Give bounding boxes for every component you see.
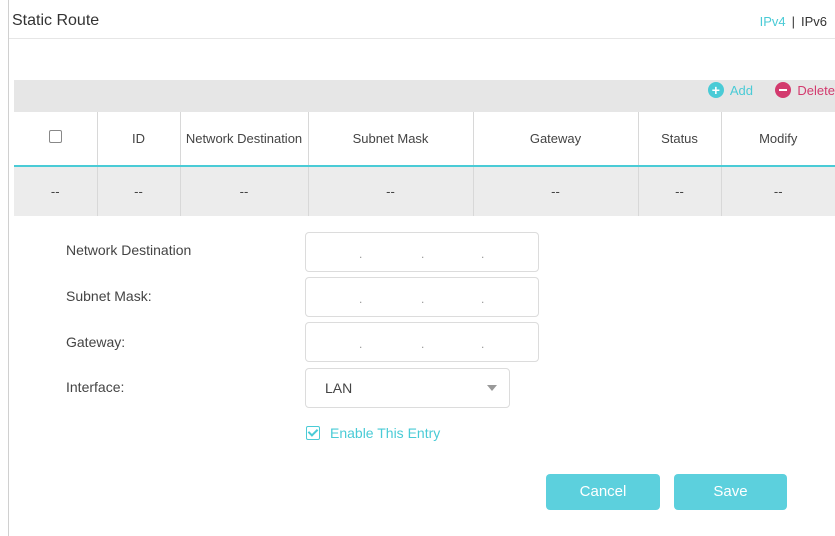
enable-entry-checkbox[interactable]: Enable This Entry (306, 425, 440, 441)
plus-icon: + (707, 82, 724, 98)
cancel-button[interactable]: Cancel (546, 474, 660, 510)
static-route-table: ID Network Destination Subnet Mask Gatew… (14, 112, 835, 216)
add-button[interactable]: + Add (707, 82, 753, 98)
gateway-label: Gateway: (66, 334, 126, 350)
delete-label: Delete (797, 82, 835, 98)
ip-dot: . (481, 247, 485, 261)
ip-dot: . (481, 337, 485, 351)
checkbox-checked-icon (306, 426, 320, 440)
delete-button[interactable]: Delete (775, 82, 835, 98)
column-header-modify: Modify (759, 130, 798, 146)
ip-dot: . (359, 337, 363, 351)
minus-icon (775, 82, 792, 98)
ip-switch-separator: | (791, 14, 795, 29)
interface-label: Interface: (66, 379, 125, 395)
column-header-status: Status (638, 112, 722, 166)
page-title: Static Route (12, 12, 100, 29)
ip-dot: . (421, 247, 425, 261)
chevron-down-icon (487, 385, 497, 391)
table-cell: -- (773, 184, 783, 199)
enable-entry-label: Enable This Entry (330, 425, 441, 441)
ip-dot: . (421, 292, 425, 306)
interface-select[interactable]: LAN (305, 368, 510, 408)
ip-dot: . (481, 292, 485, 306)
save-button[interactable]: Save (674, 474, 787, 510)
table-cell: -- (473, 166, 639, 216)
table-header-row: ID Network Destination Subnet Mask Gatew… (14, 112, 835, 166)
route-edit-form: Network Destination . . . Subnet Mask: .… (14, 217, 835, 536)
ip-dot: . (421, 337, 425, 351)
add-label: Add (729, 82, 753, 98)
page-left-border (8, 0, 9, 536)
column-header-id: ID (97, 112, 181, 166)
ipv4-link[interactable]: IPv4 (760, 14, 786, 29)
select-all-cell (14, 112, 98, 166)
table-row: -- -- -- -- -- -- -- (14, 166, 835, 216)
network-destination-label: Network Destination (66, 242, 192, 258)
select-all-checkbox[interactable] (48, 130, 62, 143)
subnet-mask-input[interactable]: . . . (305, 277, 539, 317)
column-header-gateway: Gateway (473, 112, 639, 166)
gateway-input[interactable]: . . . (305, 322, 539, 362)
network-destination-input[interactable]: . . . (305, 232, 539, 272)
table-toolbar: + Add Delete (14, 80, 835, 112)
interface-selected-value: LAN (325, 380, 353, 396)
column-header-network-destination: Network Destination (180, 112, 309, 166)
ip-dot: . (359, 292, 363, 306)
subnet-mask-label: Subnet Mask: (66, 288, 152, 304)
ip-dot: . (359, 247, 363, 261)
ip-version-switch: IPv4 | IPv6 (760, 14, 827, 29)
table-cell: -- (180, 166, 309, 216)
table-cell: -- (14, 166, 98, 216)
column-header-subnet-mask: Subnet Mask (308, 112, 474, 166)
table-cell: -- (308, 166, 474, 216)
ipv6-link[interactable]: IPv6 (801, 14, 827, 29)
table-cell: -- (97, 166, 181, 216)
table-cell: -- (638, 166, 722, 216)
title-divider (9, 38, 835, 39)
